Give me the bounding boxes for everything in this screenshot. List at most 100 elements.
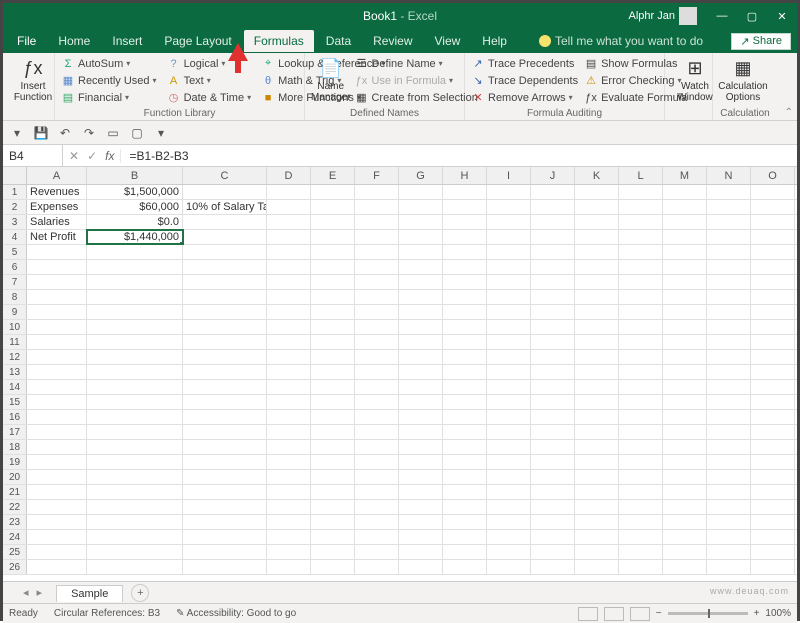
cell-N10[interactable] xyxy=(707,320,751,334)
cell-D8[interactable] xyxy=(267,290,311,304)
cell-F26[interactable] xyxy=(355,560,399,574)
cell-A14[interactable] xyxy=(27,380,87,394)
cell-C20[interactable] xyxy=(183,470,267,484)
cell-L18[interactable] xyxy=(619,440,663,454)
cell-A10[interactable] xyxy=(27,320,87,334)
cell-O23[interactable] xyxy=(751,515,795,529)
qat-save-button[interactable]: ▾ xyxy=(9,125,25,141)
cell-C3[interactable] xyxy=(183,215,267,229)
cell-K1[interactable] xyxy=(575,185,619,199)
cell-E20[interactable] xyxy=(311,470,355,484)
column-header-H[interactable]: H xyxy=(443,167,487,184)
cell-B23[interactable] xyxy=(87,515,183,529)
cell-O18[interactable] xyxy=(751,440,795,454)
enter-formula-button[interactable]: ✓ xyxy=(87,149,97,163)
cell-I23[interactable] xyxy=(487,515,531,529)
view-break-button[interactable] xyxy=(630,607,650,621)
cell-B17[interactable] xyxy=(87,425,183,439)
cell-C18[interactable] xyxy=(183,440,267,454)
cell-M17[interactable] xyxy=(663,425,707,439)
cell-L12[interactable] xyxy=(619,350,663,364)
cell-O14[interactable] xyxy=(751,380,795,394)
cell-A12[interactable] xyxy=(27,350,87,364)
cell-A25[interactable] xyxy=(27,545,87,559)
cell-L25[interactable] xyxy=(619,545,663,559)
cell-H11[interactable] xyxy=(443,335,487,349)
cell-K9[interactable] xyxy=(575,305,619,319)
cell-A4[interactable]: Net Profit xyxy=(27,230,87,244)
cell-E4[interactable] xyxy=(311,230,355,244)
row-header-24[interactable]: 24 xyxy=(3,530,27,544)
cell-G15[interactable] xyxy=(399,395,443,409)
cell-L10[interactable] xyxy=(619,320,663,334)
cell-G14[interactable] xyxy=(399,380,443,394)
cell-L8[interactable] xyxy=(619,290,663,304)
cell-B8[interactable] xyxy=(87,290,183,304)
cell-J23[interactable] xyxy=(531,515,575,529)
cell-N4[interactable] xyxy=(707,230,751,244)
cell-C11[interactable] xyxy=(183,335,267,349)
cell-K23[interactable] xyxy=(575,515,619,529)
autosum-button[interactable]: ΣAutoSum ▾ xyxy=(61,55,157,72)
cell-H22[interactable] xyxy=(443,500,487,514)
cell-I24[interactable] xyxy=(487,530,531,544)
remove-arrows-button[interactable]: ✕Remove Arrows ▾ xyxy=(471,89,578,106)
cell-L15[interactable] xyxy=(619,395,663,409)
row-header-4[interactable]: 4 xyxy=(3,230,27,244)
cell-B18[interactable] xyxy=(87,440,183,454)
qat-redo-button[interactable]: ↷ xyxy=(81,125,97,141)
cell-E26[interactable] xyxy=(311,560,355,574)
cell-F18[interactable] xyxy=(355,440,399,454)
cell-E24[interactable] xyxy=(311,530,355,544)
cell-M25[interactable] xyxy=(663,545,707,559)
cell-F17[interactable] xyxy=(355,425,399,439)
zoom-in-button[interactable]: + xyxy=(754,608,760,619)
cell-O24[interactable] xyxy=(751,530,795,544)
row-header-10[interactable]: 10 xyxy=(3,320,27,334)
define-name-button[interactable]: ☰Define Name ▾ xyxy=(354,55,477,72)
cell-M10[interactable] xyxy=(663,320,707,334)
cell-L21[interactable] xyxy=(619,485,663,499)
row-header-21[interactable]: 21 xyxy=(3,485,27,499)
zoom-slider[interactable] xyxy=(668,612,748,615)
cell-D20[interactable] xyxy=(267,470,311,484)
row-header-2[interactable]: 2 xyxy=(3,200,27,214)
cell-F5[interactable] xyxy=(355,245,399,259)
cell-E5[interactable] xyxy=(311,245,355,259)
cell-F20[interactable] xyxy=(355,470,399,484)
qat-item-2[interactable]: ▢ xyxy=(129,125,145,141)
cell-N3[interactable] xyxy=(707,215,751,229)
cell-C6[interactable] xyxy=(183,260,267,274)
column-header-I[interactable]: I xyxy=(487,167,531,184)
cell-K3[interactable] xyxy=(575,215,619,229)
cell-B3[interactable]: $0.0 xyxy=(87,215,183,229)
cell-M14[interactable] xyxy=(663,380,707,394)
cell-O20[interactable] xyxy=(751,470,795,484)
cell-H13[interactable] xyxy=(443,365,487,379)
cell-H4[interactable] xyxy=(443,230,487,244)
cell-I22[interactable] xyxy=(487,500,531,514)
cell-J15[interactable] xyxy=(531,395,575,409)
cell-J2[interactable] xyxy=(531,200,575,214)
tab-file[interactable]: File xyxy=(7,30,46,52)
cell-G1[interactable] xyxy=(399,185,443,199)
cell-H10[interactable] xyxy=(443,320,487,334)
formula-input[interactable]: =B1-B2-B3 xyxy=(121,147,797,165)
cell-K20[interactable] xyxy=(575,470,619,484)
tab-formulas[interactable]: Formulas xyxy=(244,30,314,52)
cell-F3[interactable] xyxy=(355,215,399,229)
cell-O11[interactable] xyxy=(751,335,795,349)
cell-D23[interactable] xyxy=(267,515,311,529)
cell-K14[interactable] xyxy=(575,380,619,394)
cell-N12[interactable] xyxy=(707,350,751,364)
cell-I8[interactable] xyxy=(487,290,531,304)
cell-M4[interactable] xyxy=(663,230,707,244)
cell-H26[interactable] xyxy=(443,560,487,574)
cell-C26[interactable] xyxy=(183,560,267,574)
cell-E19[interactable] xyxy=(311,455,355,469)
cell-D21[interactable] xyxy=(267,485,311,499)
cell-K26[interactable] xyxy=(575,560,619,574)
cell-M23[interactable] xyxy=(663,515,707,529)
cell-J17[interactable] xyxy=(531,425,575,439)
cell-K19[interactable] xyxy=(575,455,619,469)
